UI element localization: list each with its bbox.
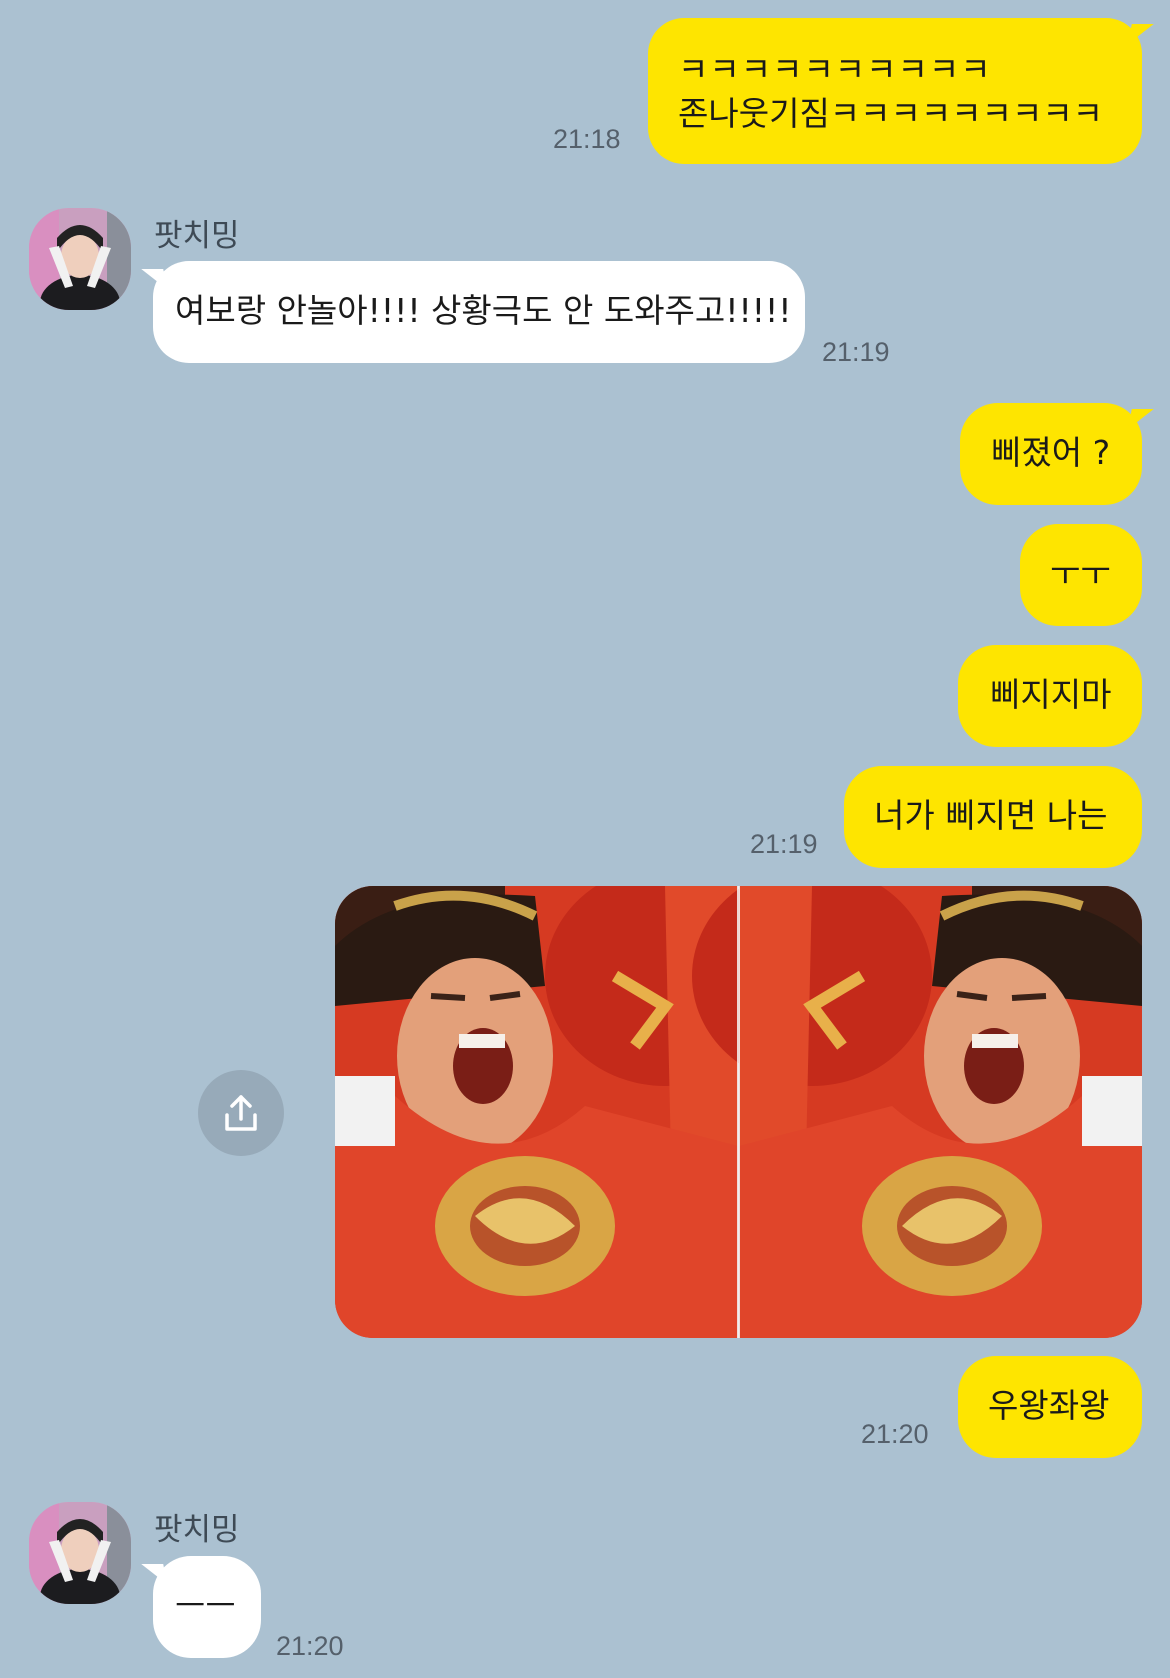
message-text: 삐졌어 ? (991, 433, 1111, 472)
my-message-bubble[interactable]: 우왕좌왕 (958, 1356, 1142, 1458)
message-line: 존나웃기짐ㅋㅋㅋㅋㅋㅋㅋㅋㅋ (678, 94, 1104, 133)
share-icon (225, 1095, 257, 1131)
avatar[interactable] (29, 1502, 131, 1604)
my-message-bubble[interactable]: 삐지지마 (958, 645, 1142, 747)
message-text: 여보랑 안놀아!!!! 상황극도 안 도와주고!!!!! (175, 291, 792, 330)
message-timestamp: 21:19 (822, 337, 890, 367)
message-timestamp: 21:18 (553, 124, 621, 154)
profile-photo (29, 1502, 131, 1604)
message-timestamp: 21:20 (276, 1631, 344, 1661)
image-message[interactable] (335, 886, 1142, 1338)
my-message-bubble[interactable]: ㅋㅋㅋㅋㅋㅋㅋㅋㅋㅋ 존나웃기짐ㅋㅋㅋㅋㅋㅋㅋㅋㅋ (648, 18, 1142, 164)
message-timestamp: 21:20 (861, 1419, 929, 1449)
profile-photo (29, 208, 131, 310)
sender-name: 팟치밍 (154, 1512, 240, 1548)
their-message-bubble[interactable]: ㅡㅡ (153, 1556, 261, 1658)
my-message-bubble[interactable]: ㅜㅜ (1020, 524, 1142, 626)
message-text: 삐지지마 (990, 675, 1112, 714)
message-text: 우왕좌왕 (988, 1386, 1110, 1425)
share-button[interactable] (198, 1070, 284, 1156)
message-text: 너가 삐지면 나는 (874, 796, 1108, 835)
message-text: ㅜㅜ (1050, 554, 1111, 593)
meme-image (335, 886, 1142, 1338)
message-text: ㅡㅡ (175, 1586, 236, 1625)
message-timestamp: 21:19 (750, 829, 818, 859)
their-message-bubble[interactable]: 여보랑 안놀아!!!! 상황극도 안 도와주고!!!!! (153, 261, 805, 363)
sender-name: 팟치밍 (154, 218, 240, 254)
message-line: ㅋㅋㅋㅋㅋㅋㅋㅋㅋㅋ (678, 50, 992, 89)
my-message-bubble[interactable]: 너가 삐지면 나는 (844, 766, 1142, 868)
my-message-bubble[interactable]: 삐졌어 ? (960, 403, 1142, 505)
avatar[interactable] (29, 208, 131, 310)
